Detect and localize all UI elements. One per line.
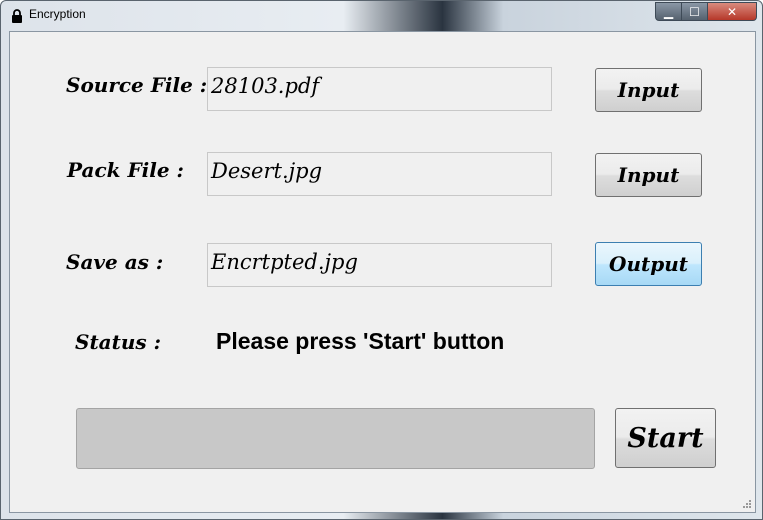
app-window: Encryption ▁ ☐ ✕ Source File : 28103.pdf…	[0, 0, 763, 520]
source-input-button[interactable]: Input	[595, 68, 702, 112]
minimize-icon: ▁	[663, 4, 674, 19]
window-title: Encryption	[29, 7, 86, 21]
source-file-field[interactable]: 28103.pdf	[207, 67, 552, 111]
save-as-field[interactable]: Encrtpted.jpg	[207, 243, 552, 287]
save-as-label: Save as :	[66, 250, 164, 274]
form-panel: Source File : 28103.pdf Input Pack File …	[9, 31, 756, 513]
title-bar[interactable]: Encryption ▁ ☐ ✕	[1, 1, 762, 31]
source-file-label: Source File :	[66, 73, 208, 97]
pack-input-button[interactable]: Input	[595, 153, 702, 197]
status-label: Status :	[75, 330, 162, 354]
status-message: Please press 'Start' button	[216, 328, 505, 354]
close-button[interactable]: ✕	[708, 2, 757, 21]
resize-grip-icon[interactable]	[742, 499, 752, 509]
maximize-button[interactable]: ☐	[682, 2, 708, 21]
progress-bar	[76, 408, 595, 469]
lock-icon	[12, 9, 22, 23]
maximize-icon: ☐	[689, 4, 700, 19]
close-icon: ✕	[726, 4, 738, 19]
output-button[interactable]: Output	[595, 242, 702, 286]
window-controls: ▁ ☐ ✕	[655, 2, 757, 21]
minimize-button[interactable]: ▁	[655, 2, 682, 21]
start-button[interactable]: Start	[615, 408, 716, 468]
pack-file-label: Pack File :	[67, 158, 184, 182]
pack-file-field[interactable]: Desert.jpg	[207, 152, 552, 196]
